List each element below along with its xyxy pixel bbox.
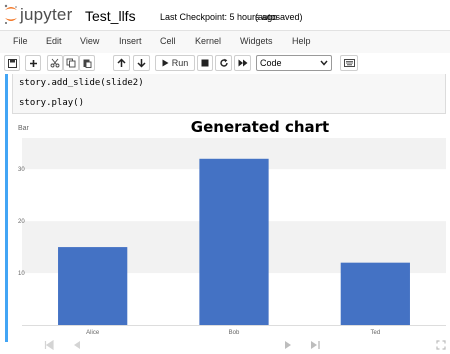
last-slide-icon[interactable] (310, 340, 321, 350)
menu-kernel[interactable]: Kernel (195, 36, 221, 46)
logo-text: jupyter (20, 5, 73, 24)
slide-navigation (0, 338, 450, 354)
bar-bob (199, 158, 269, 325)
y-tick-label: 30 (18, 167, 25, 173)
copy-icon (66, 58, 76, 68)
bar-alice (58, 247, 128, 325)
code-line: story.add_slide(slide2) (19, 78, 144, 88)
menu-insert[interactable]: Insert (119, 36, 142, 46)
cut-button[interactable] (47, 55, 63, 71)
code-cell-input[interactable]: story.add_slide(slide2) story.play() (12, 74, 446, 114)
restart-button[interactable] (215, 55, 232, 71)
notebook-name[interactable]: Test_llfs (85, 8, 136, 24)
autosave-status: (autosaved) (255, 12, 303, 22)
first-slide-icon[interactable] (44, 340, 54, 350)
paste-icon (83, 59, 92, 68)
paste-button[interactable] (79, 55, 95, 71)
cell-output: Generated chart Bar 10 20 30 Alice Bob Ted (12, 116, 446, 342)
notebook-header: jupyter Test_llfs Last Checkpoint: 5 hou… (0, 0, 450, 30)
bar-ted (340, 262, 410, 325)
menu-help[interactable]: Help (292, 36, 311, 46)
command-palette-button[interactable] (340, 55, 358, 71)
menu-cell[interactable]: Cell (160, 36, 176, 46)
x-tick-label: Bob (229, 330, 240, 336)
chart-title: Generated chart (191, 118, 329, 136)
chevron-down-icon (320, 60, 328, 66)
menu-edit[interactable]: Edit (46, 36, 62, 46)
menu-view[interactable]: View (80, 36, 99, 46)
y-tick-label: 10 (18, 271, 25, 277)
previous-slide-icon[interactable] (72, 340, 82, 350)
cell-type-value: Code (260, 58, 282, 68)
toolbar: Run Code (0, 53, 450, 75)
restart-icon (219, 58, 228, 67)
arrow-down-icon (137, 59, 146, 68)
y-axis-label: Bar (18, 125, 30, 132)
plus-icon (29, 59, 37, 67)
scissors-icon (50, 58, 60, 68)
fast-forward-icon (238, 59, 247, 67)
run-label: Run (171, 58, 189, 68)
code-line: story.play() (19, 98, 85, 108)
move-down-button[interactable] (133, 55, 150, 71)
menu-file[interactable]: File (13, 36, 28, 46)
play-icon (162, 59, 169, 67)
x-tick-label: Ted (370, 330, 380, 336)
cell-type-select[interactable]: Code (256, 55, 332, 71)
stop-icon (201, 59, 209, 67)
copy-button[interactable] (63, 55, 79, 71)
menu-widgets[interactable]: Widgets (240, 36, 273, 46)
arrow-up-icon (117, 58, 126, 67)
jupyter-logo[interactable]: jupyter (3, 2, 89, 26)
save-button[interactable] (4, 55, 20, 71)
cell-selection-bar (5, 74, 8, 342)
run-button[interactable]: Run (155, 55, 195, 71)
y-tick-label: 20 (18, 219, 25, 225)
menu-bar: File Edit View Insert Cell Kernel Widget… (0, 30, 450, 54)
add-cell-button[interactable] (25, 55, 41, 71)
fullscreen-icon[interactable] (436, 340, 446, 350)
interrupt-button[interactable] (197, 55, 213, 71)
keyboard-icon (343, 59, 355, 67)
move-up-button[interactable] (113, 55, 130, 71)
save-icon (7, 58, 17, 68)
x-tick-label: Alice (86, 330, 100, 336)
next-slide-icon[interactable] (283, 340, 293, 350)
jupyter-logo-icon (4, 4, 17, 24)
restart-run-all-button[interactable] (234, 55, 251, 71)
bar-chart: Generated chart Bar 10 20 30 Alice Bob Ted (18, 118, 446, 336)
